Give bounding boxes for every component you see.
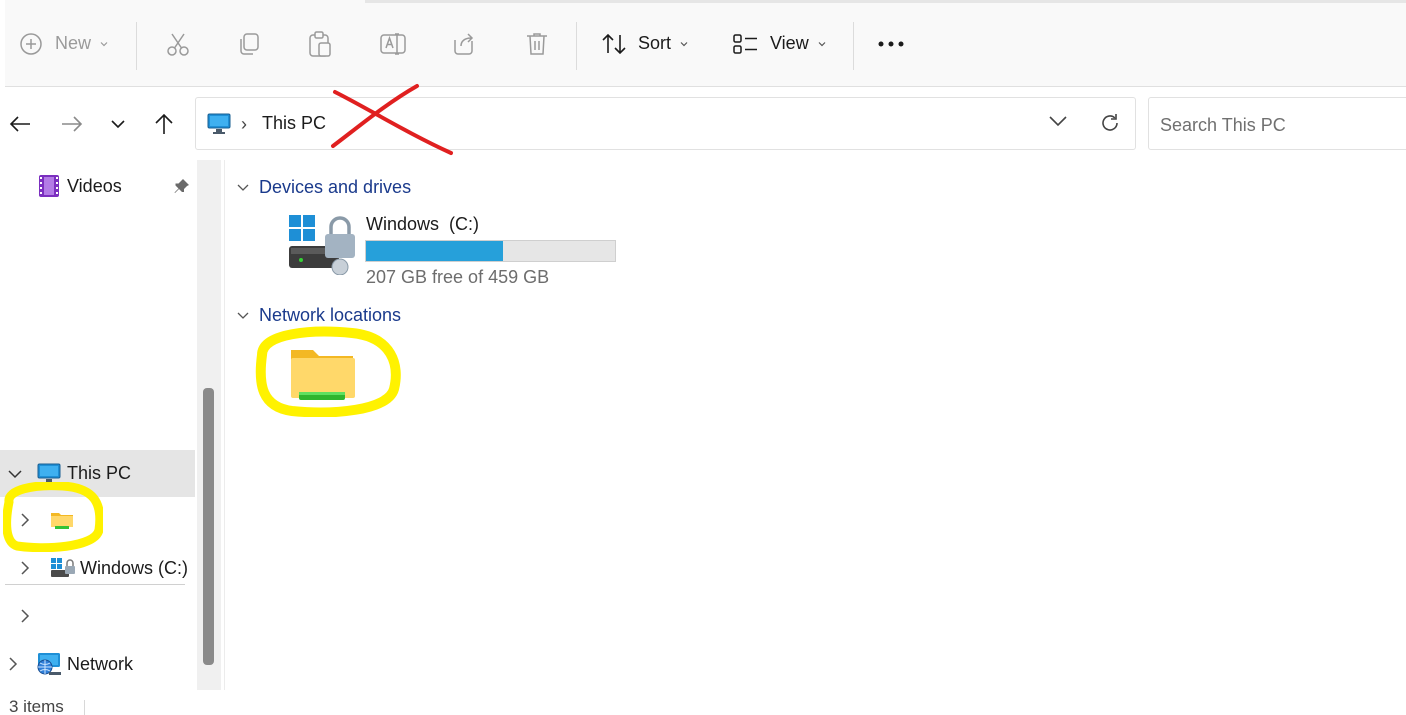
delete-icon bbox=[527, 32, 547, 55]
sidebar-item-windows-c[interactable]: Windows (C:) bbox=[0, 546, 195, 590]
sort-icon bbox=[602, 33, 626, 54]
view-icon bbox=[733, 33, 757, 54]
drive-free-space: 207 GB free of 459 GB bbox=[366, 267, 550, 287]
group-heading: Devices and drives bbox=[259, 177, 412, 197]
back-button[interactable] bbox=[5, 104, 35, 144]
arrow-up-icon bbox=[155, 113, 173, 134]
delete-button[interactable] bbox=[525, 0, 549, 87]
arrow-right-icon bbox=[62, 116, 83, 132]
chevron-right-icon[interactable] bbox=[20, 561, 30, 575]
red-x-annotation bbox=[331, 84, 453, 155]
chevron-down-icon bbox=[680, 41, 688, 46]
chevron-down-icon bbox=[111, 120, 125, 129]
paste-button[interactable] bbox=[307, 0, 333, 87]
chevron-down-icon bbox=[237, 312, 249, 319]
drive-locked-icon bbox=[51, 558, 75, 577]
up-button[interactable] bbox=[149, 104, 179, 144]
new-button[interactable]: New bbox=[19, 0, 109, 87]
copy-button[interactable] bbox=[236, 0, 262, 87]
sidebar-item-network-drive[interactable] bbox=[0, 498, 195, 542]
computer-icon bbox=[207, 113, 231, 134]
cut-icon bbox=[167, 33, 189, 56]
sidebar-item-label: Windows (C:) bbox=[80, 557, 189, 578]
drive-usage-bar bbox=[365, 240, 616, 262]
network-folder-icon bbox=[291, 350, 355, 400]
more-icon bbox=[878, 41, 904, 46]
pane-divider[interactable] bbox=[224, 160, 225, 690]
copy-icon bbox=[240, 32, 259, 55]
group-heading: Network locations bbox=[259, 305, 402, 325]
arrow-left-icon bbox=[9, 116, 30, 132]
chevron-right-icon[interactable] bbox=[8, 657, 18, 671]
sidebar-item-network[interactable]: Network bbox=[0, 642, 195, 686]
chevron-right-icon[interactable] bbox=[20, 609, 30, 623]
group-devices-and-drives[interactable]: Devices and drives bbox=[237, 177, 411, 198]
sidebar-item-label: Network bbox=[67, 653, 134, 674]
forward-button[interactable] bbox=[57, 104, 87, 144]
plus-circle-icon bbox=[20, 32, 42, 55]
drive-locked-icon bbox=[289, 215, 355, 275]
sidebar-scrollbar-thumb[interactable] bbox=[203, 388, 214, 665]
chevron-down-icon bbox=[818, 41, 826, 46]
pin-icon[interactable] bbox=[174, 178, 190, 194]
share-icon bbox=[454, 32, 474, 55]
group-network-locations[interactable]: Network locations bbox=[237, 305, 401, 326]
status-separator bbox=[84, 700, 85, 715]
chevron-down-icon bbox=[100, 41, 108, 46]
videos-icon bbox=[39, 175, 59, 197]
refresh-icon[interactable] bbox=[1099, 112, 1121, 134]
share-button[interactable] bbox=[452, 0, 478, 87]
command-bar: New Sort View bbox=[5, 0, 1406, 87]
recent-locations-button[interactable] bbox=[103, 104, 133, 144]
chevron-down-icon[interactable] bbox=[8, 469, 22, 479]
chevron-right-icon[interactable] bbox=[20, 513, 30, 527]
sidebar-item-videos[interactable]: Videos bbox=[0, 164, 195, 208]
drive-tile-windows-c[interactable]: Windows (C:) 207 GB free of 459 GB bbox=[287, 210, 627, 290]
sidebar-item-label: This PC bbox=[67, 463, 132, 483]
chevron-down-icon[interactable] bbox=[1048, 114, 1068, 128]
breadcrumb-this-pc[interactable]: This PC bbox=[262, 113, 326, 134]
sort-button[interactable]: Sort bbox=[601, 0, 689, 87]
rename-button[interactable] bbox=[379, 0, 407, 87]
view-button[interactable]: View bbox=[733, 0, 827, 87]
paste-icon bbox=[309, 30, 331, 57]
sort-label: Sort bbox=[638, 33, 672, 53]
network-folder-icon bbox=[51, 513, 73, 529]
new-label: New bbox=[55, 33, 92, 53]
network-icon bbox=[37, 653, 61, 675]
search-input[interactable]: Search This PC bbox=[1160, 115, 1286, 136]
see-more-button[interactable] bbox=[877, 0, 905, 87]
view-label: View bbox=[770, 33, 809, 53]
sidebar-item-unlabeled[interactable] bbox=[0, 594, 195, 638]
cut-button[interactable] bbox=[165, 0, 191, 87]
drive-name: Windows (C:) bbox=[366, 214, 480, 234]
chevron-down-icon bbox=[237, 184, 249, 191]
status-item-count: 3 items bbox=[9, 697, 64, 715]
search-box[interactable]: Search This PC bbox=[1148, 97, 1406, 150]
navigation-pane: Videos This PC Windows (C:) Network bbox=[0, 160, 200, 690]
breadcrumb-separator: › bbox=[241, 114, 247, 134]
rename-icon bbox=[380, 32, 406, 55]
drive-usage-fill bbox=[366, 241, 503, 261]
sidebar-item-label: Videos bbox=[67, 175, 122, 196]
